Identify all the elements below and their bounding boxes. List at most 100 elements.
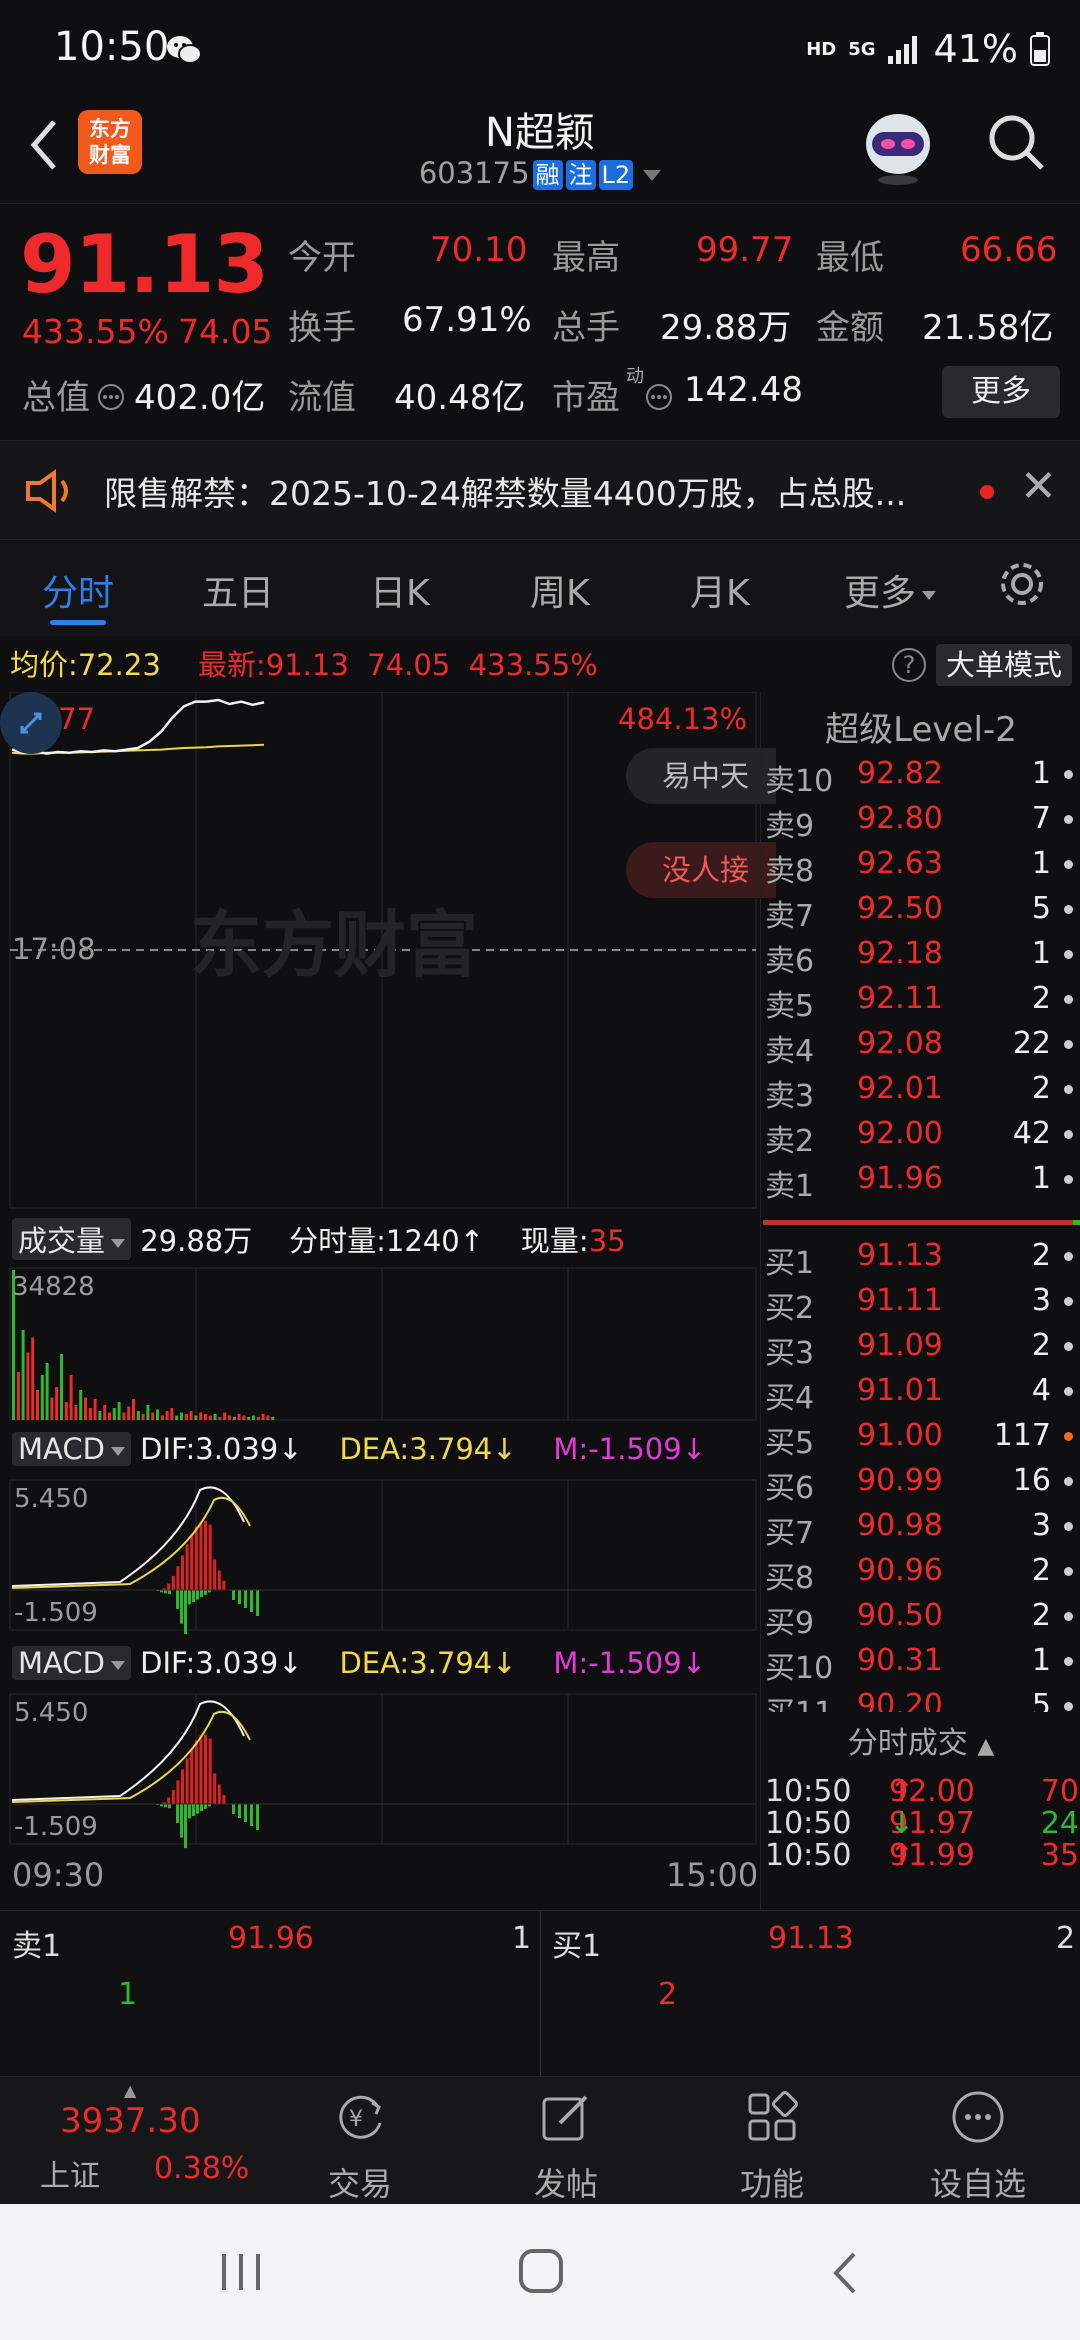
tab-more[interactable]: 更多 — [844, 564, 937, 616]
recents-icon[interactable] — [216, 2250, 266, 2294]
level2-orderbook[interactable]: 超级Level-2 卖10 92.82 1 卖9 92.80 7 卖8 92.63 1 卖7 92.… — [760, 692, 1080, 1910]
bid-dot — [1064, 1387, 1073, 1396]
volume-total: 29.88万 — [140, 1224, 253, 1258]
bid-row[interactable]: 买4 91.01 4 — [765, 1369, 1077, 1416]
bid-price: 91.09 — [857, 1328, 943, 1363]
notice-banner[interactable]: 限售解禁：2025-10-24解禁数量4400万股，占总股... ✕ — [0, 440, 1080, 540]
bid-row[interactable]: 买6 90.99 16 — [765, 1459, 1077, 1506]
bid-row[interactable]: 买8 90.96 2 — [765, 1549, 1077, 1596]
volume-bar — [189, 1411, 193, 1420]
status-bar: 10:50 HD 5G 41% — [0, 0, 1080, 100]
tab-trade[interactable]: ¥ 交易 — [270, 2077, 450, 2205]
macd-hist-neg — [184, 1590, 187, 1635]
volume-bar — [112, 1408, 116, 1420]
bid-row[interactable]: 买9 90.50 2 — [765, 1594, 1077, 1641]
latest-price: 91.13 — [265, 648, 349, 682]
macd-dea-2: DEA:3.794 — [339, 1646, 493, 1680]
stat-value-open: 70.10 — [430, 230, 528, 270]
gear-icon[interactable] — [996, 558, 1048, 610]
tab-weekly-k[interactable]: 周K — [530, 564, 590, 616]
clock: 10:50 — [54, 24, 170, 70]
bid-row[interactable]: 买1 91.13 2 — [765, 1234, 1077, 1281]
close-icon[interactable]: ✕ — [1020, 461, 1057, 512]
intraday-chart[interactable]: 东方财富 99.77 484.13% 17:08 易中天 没人接 成交量 29.… — [0, 692, 776, 1910]
macd-hist-pos — [222, 1794, 226, 1804]
more-stats-button[interactable]: 更多 — [942, 366, 1060, 418]
info-icon[interactable] — [96, 382, 126, 412]
search-icon[interactable] — [984, 110, 1048, 174]
macd-hist-pos — [199, 1521, 203, 1590]
macd-hist-pos — [181, 1555, 184, 1590]
macd-hist-neg — [164, 1590, 167, 1594]
macd-hist-neg — [168, 1804, 171, 1809]
info-icon[interactable] — [644, 382, 674, 412]
bid-row[interactable]: 买3 91.09 2 — [765, 1324, 1077, 1371]
bid-row[interactable]: 买11 90.20 5 — [765, 1684, 1077, 1712]
ticks-header[interactable]: 分时成交 ▲ — [761, 1718, 1080, 1762]
macd-hist-neg — [180, 1590, 183, 1624]
index-ticker[interactable]: ▲ 3937.30 上证 0.38% — [0, 2077, 260, 2205]
now-volume-label: 现量: — [520, 1224, 589, 1258]
macd-hist-pos — [176, 1566, 180, 1590]
volume-indicator-select[interactable]: 成交量 — [12, 1218, 132, 1260]
macd-max-2: 5.450 — [14, 1698, 89, 1728]
home-icon[interactable] — [516, 2246, 566, 2296]
time-axis-start: 09:30 — [12, 1856, 105, 1894]
macd-hist-pos — [194, 1526, 198, 1590]
volume-bar — [156, 1409, 159, 1420]
bid-row[interactable]: 买7 90.98 3 — [765, 1504, 1077, 1551]
tick-volume: 24 — [1040, 1806, 1079, 1841]
bid-row[interactable]: 买10 90.31 1 — [765, 1639, 1077, 1686]
macd-hist-neg — [256, 1590, 259, 1616]
edit-icon — [542, 2095, 588, 2141]
volume-bar — [261, 1414, 265, 1420]
tick-time: 10:50 — [765, 1806, 852, 1841]
tick-volume: 分时量:1240 — [289, 1224, 460, 1258]
macd-hist-neg — [238, 1590, 241, 1604]
volume-bar — [132, 1399, 135, 1420]
macd-hist-pos — [190, 1534, 194, 1590]
battery-percent: 41% — [933, 27, 1018, 71]
comment-bubble-1[interactable]: 易中天 — [626, 748, 776, 804]
expand-icon[interactable] — [0, 692, 62, 754]
tab-functions[interactable]: 功能 — [682, 2077, 862, 2205]
comment-bubble-2[interactable]: 没人接 — [626, 842, 776, 898]
macd-select-1[interactable]: MACD — [12, 1432, 131, 1466]
stat-value-amount: 21.58亿 — [922, 308, 1054, 348]
bid-volume: 3 — [1031, 1508, 1051, 1543]
volume-bar — [45, 1363, 49, 1420]
volume-bar — [117, 1402, 121, 1420]
now-volume: 35 — [588, 1224, 626, 1258]
big-order-mode-button[interactable]: 大单模式 — [936, 644, 1072, 686]
macd-m-1: M:-1.509 — [553, 1432, 682, 1466]
chevron-down-icon — [111, 1238, 126, 1248]
tab-post-label: 发帖 — [533, 2165, 598, 2203]
bid-row[interactable]: 买5 91.00 117 — [765, 1414, 1077, 1461]
tab-watchlist[interactable]: 设自选 — [888, 2077, 1068, 2205]
bid-level: 买8 — [765, 1561, 815, 1596]
macd-hist-neg — [250, 1804, 253, 1826]
signal-icon — [887, 36, 917, 64]
macd-hist-neg — [244, 1804, 247, 1822]
volume-bar — [79, 1390, 83, 1420]
volume-bar — [36, 1390, 39, 1420]
bid-dot — [1064, 1477, 1073, 1486]
system-nav-bar — [0, 2204, 1080, 2340]
macd-hist-neg — [192, 1590, 195, 1602]
summary-bid-vol: 2 — [1056, 1921, 1076, 1956]
macd-panel-1 — [11, 1486, 756, 1635]
tab-monthly-k[interactable]: 月K — [690, 564, 750, 616]
volume-bar — [74, 1405, 78, 1420]
macd-hist-neg — [180, 1804, 183, 1838]
tab-post[interactable]: 发帖 — [476, 2077, 656, 2205]
bid-row[interactable]: 买2 91.11 3 — [765, 1279, 1077, 1326]
help-icon[interactable]: ? — [892, 648, 926, 682]
tab-intraday[interactable]: 分时 — [42, 564, 114, 616]
macd-select-2[interactable]: MACD — [12, 1646, 131, 1680]
tab-daily-k[interactable]: 日K — [370, 564, 430, 616]
back-nav-icon[interactable] — [826, 2248, 866, 2298]
robot-assistant-icon[interactable] — [858, 100, 938, 186]
tab-five-day[interactable]: 五日 — [202, 564, 274, 616]
stat-value-pe: 142.48 — [684, 370, 803, 410]
volume-bar — [194, 1415, 198, 1420]
